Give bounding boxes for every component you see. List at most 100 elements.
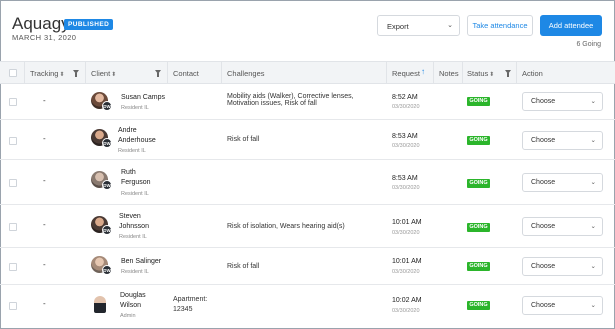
client-name-line2: Johnsson [119, 223, 149, 230]
action-select-value: Choose [531, 98, 556, 105]
tracking-value: - [43, 220, 46, 229]
status-badge: GOING [467, 262, 490, 271]
request-time: 8:52 AM [392, 94, 418, 101]
filter-icon[interactable] [505, 70, 511, 77]
client-name-line1: Ben Salinger [121, 258, 162, 265]
filter-icon[interactable] [155, 70, 161, 77]
chevron-down-icon: ⌄ [590, 302, 596, 309]
challenges: Mobility aids (Walker), Corrective lense… [227, 93, 354, 107]
client-name-line2: Ferguson [121, 179, 151, 186]
challenges: Risk of fall [227, 136, 259, 143]
row-checkbox[interactable] [9, 179, 17, 187]
published-badge: PUBLISHED [64, 19, 114, 30]
initials-badge: DW [102, 138, 112, 148]
going-count: 6 Going [576, 41, 601, 48]
column-divider [433, 62, 434, 84]
initials-badge: DW [102, 101, 112, 111]
filter-icon[interactable] [73, 70, 79, 77]
action-select-value: Choose [531, 179, 556, 186]
action-select[interactable]: Choose ⌄ [522, 173, 603, 192]
table-row: - DW Susan Camps Resident IL Mobility ai… [0, 84, 615, 120]
initials-badge: DW [102, 265, 112, 275]
contact-line1: Apartment: [173, 296, 208, 303]
tracking-value: - [43, 176, 46, 185]
contact: Apartment: 12345 [173, 295, 207, 315]
export-label: Export [387, 22, 409, 31]
tracking-value: - [43, 96, 46, 105]
column-header-status-label: Status [467, 69, 489, 78]
action-select-value: Choose [531, 223, 556, 230]
client-role: Resident IL [118, 148, 146, 154]
chevron-down-icon: ⌄ [590, 263, 596, 270]
chevron-down-icon: ⌄ [590, 98, 596, 105]
select-all-checkbox[interactable] [9, 69, 17, 77]
challenges-line1: Risk of isolation, Wears hearing aid(s) [227, 223, 345, 230]
initials-badge: DW [102, 225, 112, 235]
column-header-request-label: Request [392, 69, 420, 78]
row-checkbox[interactable] [9, 302, 17, 310]
action-select-value: Choose [531, 302, 556, 309]
action-select[interactable]: Choose ⌄ [522, 217, 603, 236]
column-header-tracking[interactable]: Tracking⬍ [30, 69, 65, 78]
column-divider [516, 62, 517, 84]
action-select[interactable]: Choose ⌄ [522, 131, 603, 150]
action-select[interactable]: Choose ⌄ [522, 296, 603, 315]
challenges: Risk of isolation, Wears hearing aid(s) [227, 223, 345, 230]
column-header-tracking-label: Tracking [30, 69, 59, 78]
row-checkbox[interactable] [9, 263, 17, 271]
request-date: 03/30/2020 [392, 104, 420, 110]
column-header-status[interactable]: Status⬍ [467, 69, 494, 78]
table-row: - DW Ruth Ferguson Resident IL 8:53 AM 03… [0, 160, 615, 205]
challenges-line2: Motivation issues, Risk of fall [227, 100, 317, 107]
challenges: Risk of fall [227, 263, 259, 270]
action-select[interactable]: Choose ⌄ [522, 257, 603, 276]
client-name-line1: Douglas [120, 292, 146, 299]
export-dropdown[interactable]: Export ⌄ [377, 15, 460, 36]
row-checkbox[interactable] [9, 223, 17, 231]
client-name-line2: Wilson [120, 302, 142, 309]
sort-ascending-icon[interactable]: ↑ [421, 67, 425, 76]
challenges-line1: Risk of fall [227, 136, 260, 143]
row-checkbox[interactable] [9, 98, 17, 106]
status-badge: GOING [467, 223, 490, 232]
table-row: - DW Ben Salinger Resident IL Risk of fa… [0, 248, 615, 285]
client-name[interactable]: Ben Salinger [121, 257, 161, 267]
column-header-action: Action [522, 69, 543, 78]
client-name-line1: Susan Camps [121, 94, 165, 101]
client-role: Admin [120, 313, 136, 319]
client-name[interactable]: Steven Johnsson [119, 212, 149, 232]
request-date: 03/30/2020 [392, 143, 420, 149]
column-divider [167, 62, 168, 84]
tracking-value: - [43, 134, 46, 143]
client-name[interactable]: Douglas Wilson [120, 291, 146, 311]
client-role: Resident IL [119, 234, 147, 240]
client-role: Resident IL [121, 191, 149, 197]
action-select[interactable]: Choose ⌄ [522, 92, 603, 111]
sort-icon: ⬍ [489, 72, 495, 78]
client-name[interactable]: Susan Camps [121, 93, 165, 103]
chevron-down-icon: ⌄ [590, 223, 596, 230]
column-divider [85, 62, 86, 84]
sort-icon: ⬍ [59, 72, 65, 78]
client-name-line1: Ruth [121, 169, 136, 176]
table-header: Tracking⬍ Client⬍ Contact Challenges Req… [0, 61, 615, 84]
column-header-contact: Contact [173, 69, 199, 78]
client-name[interactable]: Ruth Ferguson [121, 168, 151, 188]
chevron-down-icon: ⌄ [590, 179, 596, 186]
row-checkbox[interactable] [9, 137, 17, 145]
column-header-request[interactable]: Request [392, 69, 420, 78]
tracking-value: - [43, 260, 46, 269]
add-attendee-button[interactable]: Add attendee [540, 15, 602, 36]
request-time: 8:53 AM [392, 133, 418, 140]
client-name-line1: Steven [119, 213, 141, 220]
avatar[interactable] [94, 296, 106, 313]
column-header-client[interactable]: Client⬍ [91, 69, 116, 78]
table-row: - Douglas Wilson Admin Apartment: 12345 10… [0, 285, 615, 327]
request-date: 03/30/2020 [392, 230, 420, 236]
client-role: Resident IL [121, 269, 149, 275]
status-badge: GOING [467, 179, 490, 188]
challenges-line1: Mobility aids (Walker), Corrective lense… [227, 93, 354, 100]
client-name[interactable]: Andre Anderhouse [118, 126, 156, 146]
take-attendance-button[interactable]: Take attendance [467, 15, 533, 36]
request-time: 10:02 AM [392, 297, 422, 304]
